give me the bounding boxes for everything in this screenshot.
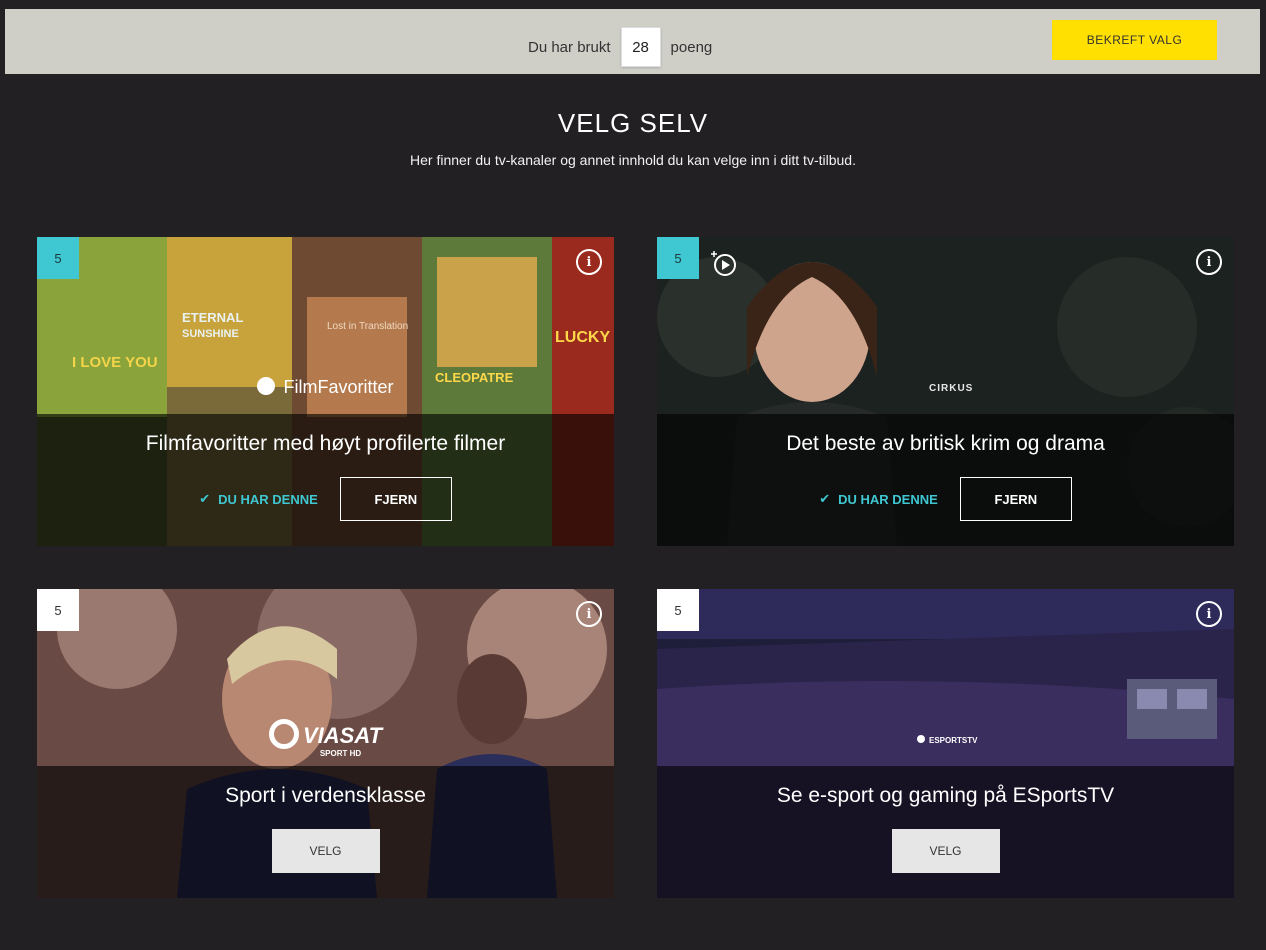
selected-status: ✔ DU HAR DENNE [199, 491, 318, 507]
points-badge: 5 [37, 589, 79, 631]
filmfavoritter-logo-icon [257, 377, 276, 395]
points-summary: Du har brukt 28 poeng [528, 27, 712, 67]
package-card-filmfavoritter[interactable]: I LOVE YOU ETERNAL SUNSHINE Lost in Tran… [37, 237, 614, 546]
points-badge: 5 [657, 589, 699, 631]
points-suffix: poeng [670, 38, 713, 56]
package-card-esportstv[interactable]: ESPORTSTV 5 i Se e-sport og gaming på ES… [657, 589, 1234, 898]
choose-button[interactable]: VELG [891, 829, 1000, 873]
page-title: VELG SELV [557, 108, 709, 138]
selected-row: ✔ DU HAR DENNE FJERN [37, 477, 614, 521]
svg-text:SUNSHINE: SUNSHINE [182, 328, 239, 340]
checkmark-icon: ✔ [819, 491, 831, 506]
points-counter: 28 [620, 27, 661, 67]
selected-status-label: DU HAR DENNE [838, 491, 938, 507]
card-title: Det beste av britisk krim og drama [786, 432, 1105, 455]
svg-text:CIRKUS: CIRKUS [929, 383, 973, 394]
points-badge: 5 [37, 237, 79, 279]
channel-logo-text: VIASAT [302, 723, 383, 748]
channel-logo-text: FilmFavoritter [283, 377, 394, 397]
remove-button[interactable]: FJERN [959, 477, 1072, 521]
points-prefix: Du har brukt [528, 38, 611, 56]
points-bar: Du har brukt 28 poeng BEKREFT VALG [5, 9, 1260, 74]
play-plus-icon [711, 251, 736, 276]
svg-text:LUCKY: LUCKY [555, 329, 610, 346]
card-title: Filmfavoritter med høyt profilerte filme… [145, 432, 506, 455]
selected-status-label: DU HAR DENNE [218, 491, 318, 507]
info-icon[interactable]: i [1196, 601, 1222, 627]
card-title: Se e-sport og gaming på ESportsTV [776, 784, 1115, 807]
remove-button[interactable]: FJERN [339, 477, 452, 521]
svg-text:I LOVE YOU: I LOVE YOU [72, 354, 158, 371]
channel-logo: VIASAT SPORT HD [37, 719, 614, 758]
selected-status: ✔ DU HAR DENNE [819, 491, 938, 507]
card-title: Sport i verdensklasse [225, 784, 426, 807]
package-card-cirkus[interactable]: CIRKUS 5 i Det beste av britisk krim og … [657, 237, 1234, 546]
page-subtitle: Her finner du tv-kanaler og annet innhol… [410, 152, 856, 168]
info-icon[interactable]: i [576, 249, 602, 275]
info-icon[interactable]: i [1196, 249, 1222, 275]
info-icon[interactable]: i [576, 601, 602, 627]
svg-text:ETERNAL: ETERNAL [182, 310, 243, 325]
channel-logo-subtext: SPORT HD [319, 749, 362, 758]
viasat-swirl-icon [268, 719, 299, 749]
points-badge: 5 [657, 237, 699, 279]
svg-text:Lost in Translation: Lost in Translation [327, 321, 408, 332]
checkmark-icon: ✔ [199, 491, 211, 506]
selected-row: ✔ DU HAR DENNE FJERN [657, 477, 1234, 521]
choose-button[interactable]: VELG [271, 829, 380, 873]
channel-logo: FilmFavoritter [37, 377, 614, 398]
svg-text:ESPORTSTV: ESPORTSTV [929, 736, 978, 745]
package-card-viasat-sport[interactable]: 5 i VIASAT SPORT HD Sport i verdensklasse… [37, 589, 614, 898]
confirm-selection-button[interactable]: BEKREFT VALG [1052, 20, 1217, 60]
